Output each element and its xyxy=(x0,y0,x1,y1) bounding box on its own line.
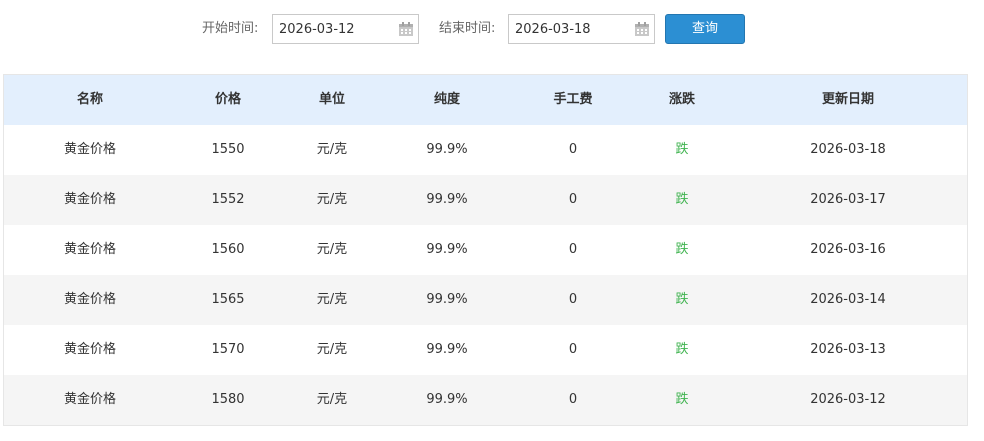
cell-name: 黄金价格 xyxy=(63,392,116,407)
cell-unit: 元/克 xyxy=(316,342,348,357)
start-time-label: 开始时间: xyxy=(202,21,259,36)
cell-update-date: 2026-03-13 xyxy=(810,342,886,357)
cell-trend: 跌 xyxy=(675,392,689,407)
table-row: 黄金价格 1580 元/克 99.9% 0 跌 2026-03-12 xyxy=(4,375,967,425)
cell-update-date: 2026-03-16 xyxy=(810,242,886,257)
end-date-value: 2026-03-18 xyxy=(515,22,591,37)
table-row: 黄金价格 1565 元/克 99.9% 0 跌 2026-03-14 xyxy=(4,275,967,325)
table-row: 黄金价格 1550 元/克 99.9% 0 跌 2026-03-18 xyxy=(4,125,967,175)
calendar-icon[interactable] xyxy=(398,21,414,37)
cell-update-date: 2026-03-18 xyxy=(810,142,886,157)
start-date-value: 2026-03-12 xyxy=(279,22,355,37)
cell-trend: 跌 xyxy=(675,342,689,357)
cell-unit: 元/克 xyxy=(316,242,348,257)
cell-name: 黄金价格 xyxy=(63,292,116,307)
cell-name: 黄金价格 xyxy=(63,192,116,207)
cell-trend: 跌 xyxy=(675,292,689,307)
date-filter-bar: 开始时间: 2026-03-12 结束时间: 2026-03-18 查询 xyxy=(0,0,984,58)
header-name[interactable]: 名称 xyxy=(4,75,176,125)
cell-name: 黄金价格 xyxy=(63,242,116,257)
table-row: 黄金价格 1560 元/克 99.9% 0 跌 2026-03-16 xyxy=(4,225,967,275)
cell-price: 1570 xyxy=(211,342,245,357)
table-header-row: 名称 价格 单位 纯度 手工费 涨跌 更新日期 xyxy=(4,75,967,125)
cell-price: 1560 xyxy=(211,242,245,257)
cell-name: 黄金价格 xyxy=(63,342,116,357)
header-trend[interactable]: 涨跌 xyxy=(636,75,728,125)
end-time-label: 结束时间: xyxy=(439,21,496,36)
cell-update-date: 2026-03-17 xyxy=(810,192,886,207)
cell-purity: 99.9% xyxy=(426,142,468,157)
cell-purity: 99.9% xyxy=(426,192,468,207)
cell-name: 黄金价格 xyxy=(63,142,116,157)
cell-labor-fee: 0 xyxy=(568,142,578,157)
cell-labor-fee: 0 xyxy=(568,242,578,257)
header-unit[interactable]: 单位 xyxy=(280,75,384,125)
cell-trend: 跌 xyxy=(675,192,689,207)
cell-unit: 元/克 xyxy=(316,142,348,157)
cell-price: 1580 xyxy=(211,392,245,407)
cell-update-date: 2026-03-12 xyxy=(810,392,886,407)
cell-price: 1550 xyxy=(211,142,245,157)
end-date-input[interactable]: 2026-03-18 xyxy=(508,14,655,44)
start-date-input[interactable]: 2026-03-12 xyxy=(272,14,419,44)
header-purity[interactable]: 纯度 xyxy=(384,75,510,125)
cell-unit: 元/克 xyxy=(316,192,348,207)
header-update-date[interactable]: 更新日期 xyxy=(728,75,968,125)
table-row: 黄金价格 1552 元/克 99.9% 0 跌 2026-03-17 xyxy=(4,175,967,225)
gold-price-table: 名称 价格 单位 纯度 手工费 涨跌 更新日期 黄金价格 1550 元/克 99… xyxy=(3,74,968,426)
cell-update-date: 2026-03-14 xyxy=(810,292,886,307)
cell-purity: 99.9% xyxy=(426,242,468,257)
cell-unit: 元/克 xyxy=(316,392,348,407)
cell-trend: 跌 xyxy=(675,142,689,157)
header-price[interactable]: 价格 xyxy=(176,75,280,125)
cell-purity: 99.9% xyxy=(426,392,468,407)
cell-labor-fee: 0 xyxy=(568,342,578,357)
cell-purity: 99.9% xyxy=(426,342,468,357)
cell-labor-fee: 0 xyxy=(568,292,578,307)
cell-price: 1552 xyxy=(211,192,245,207)
cell-labor-fee: 0 xyxy=(568,192,578,207)
cell-purity: 99.9% xyxy=(426,292,468,307)
table-row: 黄金价格 1570 元/克 99.9% 0 跌 2026-03-13 xyxy=(4,325,967,375)
calendar-icon[interactable] xyxy=(634,21,650,37)
header-labor-fee[interactable]: 手工费 xyxy=(510,75,636,125)
query-button[interactable]: 查询 xyxy=(665,14,745,44)
cell-unit: 元/克 xyxy=(316,292,348,307)
cell-price: 1565 xyxy=(211,292,245,307)
cell-trend: 跌 xyxy=(675,242,689,257)
cell-labor-fee: 0 xyxy=(568,392,578,407)
